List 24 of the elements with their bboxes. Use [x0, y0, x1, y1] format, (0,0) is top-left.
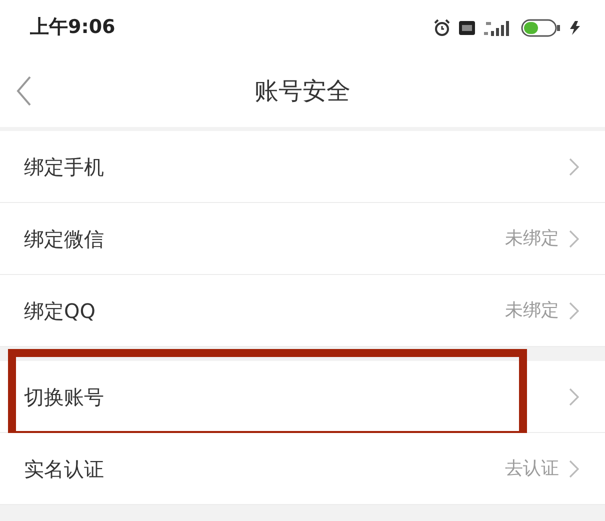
settings-row[interactable]: 绑定QQ 未绑定 [0, 275, 605, 347]
status-time: 上午9:06 [30, 15, 116, 40]
row-label: 切换账号 [24, 384, 104, 410]
row-value: 未绑定 [505, 227, 559, 251]
row-value: 去认证 [505, 457, 559, 481]
row-label: 绑定手机 [24, 154, 104, 180]
row-label: 绑定QQ [24, 298, 96, 324]
row-label: 绑定微信 [24, 226, 104, 252]
chevron-icon [569, 302, 579, 320]
chevron-icon [569, 460, 579, 478]
chevron-icon [569, 230, 579, 248]
settings-row[interactable]: 绑定微信 未绑定 [0, 203, 605, 275]
row-value: 未绑定 [505, 299, 559, 323]
hd-icon [459, 20, 475, 34]
battery-icon [521, 18, 561, 36]
chevron-icon [569, 388, 579, 406]
settings-row[interactable]: 绑定手机 [0, 131, 605, 203]
charging-icon [569, 20, 583, 36]
row-label: 实名认证 [24, 456, 104, 482]
settings-row[interactable]: 实名认证 去认证 [0, 433, 605, 505]
chevron-icon [569, 158, 579, 176]
page-title: 账号安全 [254, 76, 350, 107]
back-icon[interactable] [16, 75, 32, 107]
alarm-icon [433, 18, 451, 36]
